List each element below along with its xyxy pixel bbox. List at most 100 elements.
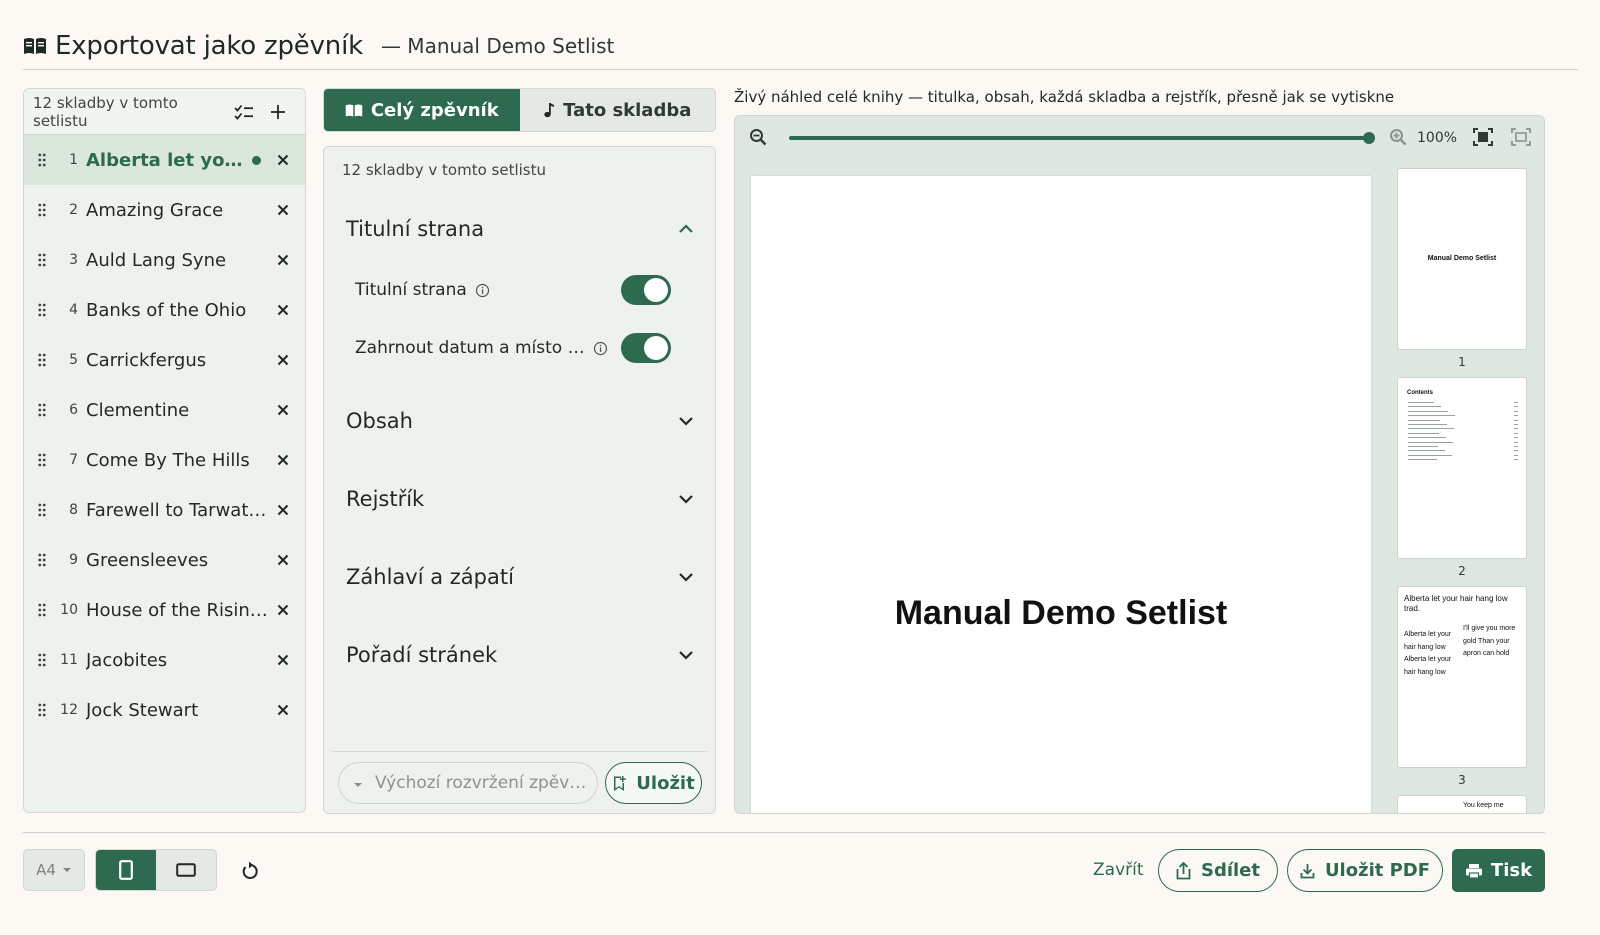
info-icon[interactable]	[475, 283, 490, 298]
thumbnail-number: 3	[1458, 773, 1466, 787]
fit-width-icon[interactable]	[1473, 128, 1493, 150]
date-place-toggle[interactable]	[621, 333, 671, 363]
song-list-item[interactable]: 5 Carrickfergus	[24, 335, 305, 385]
remove-song-icon[interactable]	[275, 704, 291, 716]
thumbnail-contents-page	[1514, 424, 1518, 425]
remove-song-icon[interactable]	[275, 554, 291, 566]
page-thumbnail[interactable]: Contents	[1397, 377, 1527, 559]
select-songs-button[interactable]	[227, 97, 261, 127]
options-setlist-count: 12 skladby v tomto setlistu	[342, 161, 547, 179]
tab-this-song[interactable]: Tato skladba	[520, 89, 716, 131]
song-list-item[interactable]: 4 Banks of the Ohio	[24, 285, 305, 335]
remove-song-icon[interactable]	[275, 154, 291, 166]
drag-handle-icon[interactable]	[34, 703, 50, 717]
info-icon[interactable]	[593, 341, 608, 356]
title-page-toggle[interactable]	[621, 275, 671, 305]
section-header-footer[interactable]: Záhlaví a zápatí	[346, 557, 694, 597]
reset-icon	[242, 861, 258, 879]
checklist-icon	[234, 104, 253, 120]
song-number: 10	[60, 602, 78, 618]
drag-handle-icon[interactable]	[34, 153, 50, 167]
zoom-slider-track[interactable]	[789, 136, 1369, 140]
footer-divider	[23, 832, 1545, 833]
remove-song-icon[interactable]	[275, 604, 291, 616]
setlist-subtitle: — Manual Demo Setlist	[380, 33, 615, 58]
setlist-count: 12 skladby v tomto setlistu	[33, 93, 178, 130]
portrait-button[interactable]	[96, 850, 156, 890]
layout-select[interactable]: Výchozí rozvržení zpěvníku	[338, 762, 598, 804]
remove-song-icon[interactable]	[275, 454, 291, 466]
remove-song-icon[interactable]	[275, 404, 291, 416]
section-title-page[interactable]: Titulní strana	[346, 209, 694, 249]
page-thumbnail[interactable]: Alberta let your hair hang low trad. Alb…	[1397, 586, 1527, 768]
close-button[interactable]: Zavřít	[1093, 860, 1144, 880]
song-list-item[interactable]: 9 Greensleeves	[24, 535, 305, 585]
drag-handle-icon[interactable]	[34, 653, 50, 667]
song-list-item[interactable]: 7 Come By The Hills	[24, 435, 305, 485]
fit-page-icon[interactable]	[1511, 128, 1531, 150]
thumbnail-contents-page	[1514, 406, 1518, 408]
remove-song-icon[interactable]	[275, 654, 291, 666]
reset-button[interactable]	[236, 857, 264, 885]
song-title: Banks of the Ohio	[86, 299, 247, 321]
print-button[interactable]: Tisk	[1452, 849, 1545, 892]
thumbnail-contents-page	[1514, 415, 1518, 417]
page-thumbnail[interactable]: Manual Demo Setlist	[1397, 168, 1527, 350]
drag-handle-icon[interactable]	[34, 603, 50, 617]
layout-footer: Výchozí rozvržení zpěvníku Uložit	[332, 751, 707, 813]
print-label: Tisk	[1490, 860, 1533, 881]
song-list-item[interactable]: 10 House of the Rising Sun	[24, 585, 305, 635]
section-index[interactable]: Rejstřík	[346, 479, 694, 519]
tab-whole-songbook-label: Celý zpěvník	[370, 99, 499, 121]
remove-song-icon[interactable]	[275, 204, 291, 216]
drag-handle-icon[interactable]	[34, 553, 50, 567]
remove-song-icon[interactable]	[275, 354, 291, 366]
tab-this-song-label: Tato skladba	[563, 99, 692, 121]
share-button[interactable]: Sdílet	[1158, 849, 1278, 892]
song-list-item[interactable]: 1 Alberta let your hair hang low	[24, 135, 305, 185]
remove-song-icon[interactable]	[275, 254, 291, 266]
song-list-item[interactable]: 12 Jock Stewart	[24, 685, 305, 735]
song-number: 6	[69, 402, 78, 418]
song-list-item[interactable]: 3 Auld Lang Syne	[24, 235, 305, 285]
remove-song-icon[interactable]	[275, 304, 291, 316]
song-number: 11	[60, 652, 78, 668]
section-page-order[interactable]: Pořadí stránek	[346, 635, 694, 675]
drag-handle-icon[interactable]	[34, 353, 50, 367]
remove-song-icon[interactable]	[275, 504, 291, 516]
thumbnail-contents-page	[1514, 446, 1518, 447]
drag-handle-icon[interactable]	[34, 503, 50, 517]
song-title: Alberta let your hair hang low	[86, 149, 246, 171]
section-index-label: Rejstřík	[346, 487, 425, 511]
thumbnail-contents-line	[1408, 450, 1445, 452]
bookmark-add-icon	[612, 775, 627, 792]
song-list-item[interactable]: 2 Amazing Grace	[24, 185, 305, 235]
preview-caption: Živý náhled celé knihy — titulka, obsah,…	[734, 88, 1395, 106]
song-list-item[interactable]: 6 Clementine	[24, 385, 305, 435]
zoom-in-icon[interactable]	[1389, 128, 1407, 150]
song-list-item[interactable]: 11 Jacobites	[24, 635, 305, 685]
page-thumbnail[interactable]: You keep me	[1397, 795, 1527, 813]
drag-handle-icon[interactable]	[34, 453, 50, 467]
thumbnail-contents-line	[1408, 415, 1455, 417]
tab-whole-songbook[interactable]: Celý zpěvník	[324, 89, 520, 131]
song-list-item[interactable]: 8 Farewell to Tarwathie	[24, 485, 305, 535]
drag-handle-icon[interactable]	[34, 403, 50, 417]
paper-size-select[interactable]: A4	[23, 849, 85, 891]
drag-handle-icon[interactable]	[34, 203, 50, 217]
save-layout-button[interactable]: Uložit	[605, 762, 702, 804]
section-page-order-label: Pořadí stránek	[346, 643, 498, 667]
song-title: Auld Lang Syne	[86, 249, 227, 271]
zoom-out-icon[interactable]	[749, 128, 767, 150]
zoom-slider-thumb[interactable]	[1363, 132, 1375, 144]
song-title: Amazing Grace	[86, 199, 224, 221]
drag-handle-icon[interactable]	[34, 253, 50, 267]
chevron-down-icon	[679, 495, 693, 504]
landscape-button[interactable]	[156, 850, 216, 890]
section-contents[interactable]: Obsah	[346, 401, 694, 441]
drag-handle-icon[interactable]	[34, 303, 50, 317]
thumbnail-contents-page	[1514, 459, 1518, 461]
add-song-button[interactable]	[261, 97, 295, 127]
save-pdf-button[interactable]: Uložit PDF	[1287, 849, 1443, 892]
zoom-value: 100%	[1417, 130, 1458, 146]
